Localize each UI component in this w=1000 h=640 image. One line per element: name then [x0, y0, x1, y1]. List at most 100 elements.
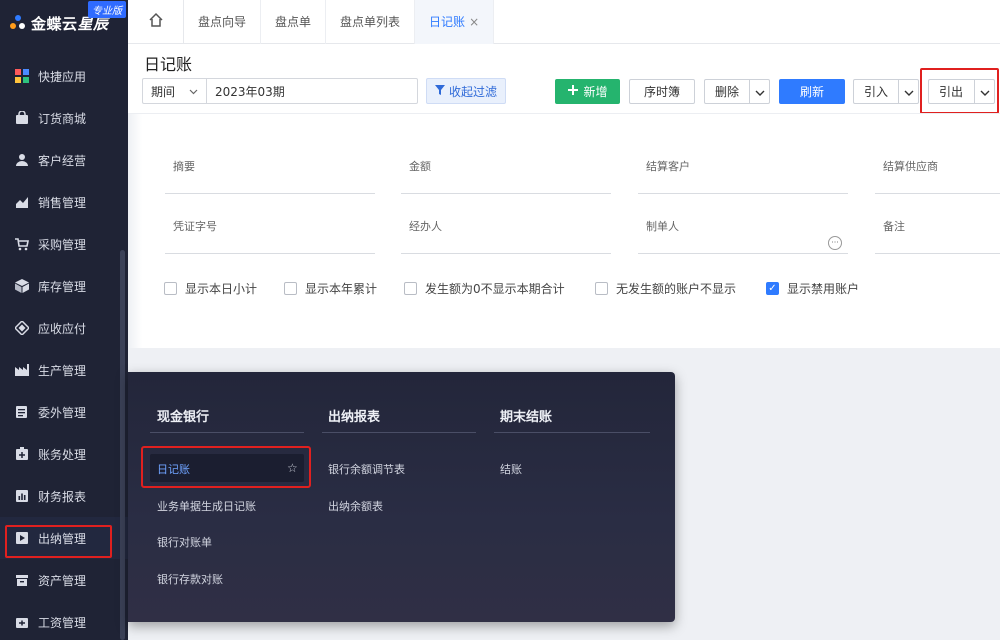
close-icon[interactable]: ×	[469, 15, 479, 29]
checkbox-label: 显示本日小计	[185, 282, 258, 296]
report-icon	[14, 488, 30, 504]
highlight-box	[920, 68, 999, 114]
amount-field[interactable]: 金额	[401, 158, 611, 194]
chevron-down-icon	[755, 85, 765, 99]
checkbox-daily-subtotal[interactable]: 显示本日小计	[164, 280, 284, 297]
box-icon	[14, 278, 30, 294]
sidebar-item-label: 资产管理	[38, 573, 87, 588]
option-checkboxes: 显示本日小计 显示本年累计 发生额为0不显示本期合计 无发生额的账户不显示 ✓ 显…	[164, 280, 859, 297]
sidebar-item-label: 财务报表	[38, 489, 87, 504]
sidebar-item-receivable[interactable]: 应收应付	[0, 307, 128, 349]
collapse-filter-button[interactable]: 收起过滤	[426, 78, 507, 104]
checkbox-label: 显示本年累计	[305, 282, 378, 296]
checkbox-hide-zero-total[interactable]: 发生额为0不显示本期合计	[404, 280, 595, 297]
sidebar-item-sales[interactable]: 销售管理	[0, 181, 128, 223]
add-button[interactable]: 新增	[555, 79, 620, 104]
customer-icon	[14, 152, 30, 168]
sidebar-item-outsource[interactable]: 委外管理	[0, 391, 128, 433]
import-dropdown-toggle[interactable]	[898, 80, 918, 103]
add-label: 新增	[583, 85, 608, 99]
brand: 金蝶云星辰 专业版	[0, 0, 128, 46]
remark-field[interactable]: 备注	[875, 218, 1000, 254]
checkbox-label: 发生额为0不显示本期合计	[425, 282, 565, 296]
factory-icon	[14, 362, 30, 378]
collapse-filter-label: 收起过滤	[449, 84, 498, 99]
menu-item-closing[interactable]: 结账	[500, 461, 522, 477]
summary-field[interactable]: 摘要	[165, 158, 375, 194]
cashier-flyout-menu: 现金银行 出纳报表 期末结账 日记账 ☆ 业务单据生成日记账 银行对账单 银行存…	[128, 372, 675, 622]
field-label: 制单人	[646, 220, 679, 233]
voucher-no-field[interactable]: 凭证字号	[165, 218, 375, 254]
maker-field[interactable]: 制单人 ···	[638, 218, 848, 254]
period-type-select[interactable]: 期间	[142, 78, 206, 104]
asset-icon	[14, 572, 30, 588]
period-filter: 期间 2023年03期 收起过滤	[142, 78, 507, 104]
sidebar-item-quick-apps[interactable]: 快捷应用	[0, 55, 128, 97]
checkbox-label: 无发生额的账户不显示	[616, 282, 737, 296]
sidebar-item-salary[interactable]: 工资管理	[0, 601, 128, 640]
shop-bag-icon	[14, 110, 30, 126]
chevron-down-icon	[189, 84, 198, 98]
sidebar-item-label: 应收应付	[38, 321, 87, 336]
sidebar-item-finance-report[interactable]: 财务报表	[0, 475, 128, 517]
checkbox-show-disabled[interactable]: ✓ 显示禁用账户	[766, 280, 859, 297]
delete-dropdown-toggle[interactable]	[749, 80, 769, 103]
sidebar-item-label: 采购管理	[38, 237, 87, 252]
import-button[interactable]: 引入	[853, 79, 919, 104]
sidebar-item-label: 生产管理	[38, 363, 87, 378]
settle-supplier-field[interactable]: 结算供应商	[875, 158, 1000, 194]
more-options-icon[interactable]: ···	[828, 236, 842, 250]
menu-item-bank-reconcile[interactable]: 银行存款对账	[157, 571, 223, 587]
sidebar-item-purchase[interactable]: 采购管理	[0, 223, 128, 265]
handler-field[interactable]: 经办人	[401, 218, 611, 254]
divider	[494, 432, 650, 433]
highlight-box	[5, 525, 112, 558]
settle-customer-field[interactable]: 结算客户	[638, 158, 848, 194]
tab-inventory-list[interactable]: 盘点单列表	[326, 0, 416, 44]
menu-item-cashier-balance[interactable]: 出纳余额表	[328, 498, 383, 514]
sidebar-scrollbar[interactable]	[120, 250, 125, 640]
sidebar-item-shop[interactable]: 订货商城	[0, 97, 128, 139]
refresh-button[interactable]: 刷新	[779, 79, 845, 104]
field-label: 备注	[883, 220, 905, 233]
checkbox-year-cumulative[interactable]: 显示本年累计	[284, 280, 404, 297]
sidebar-item-cashier[interactable]: 出纳管理	[0, 517, 128, 559]
tab-label: 日记账	[429, 15, 466, 29]
checkbox-box[interactable]	[284, 282, 297, 295]
salary-icon	[14, 614, 30, 630]
sidebar-item-production[interactable]: 生产管理	[0, 349, 128, 391]
tab-journal[interactable]: 日记账 ×	[415, 0, 495, 44]
field-label: 摘要	[173, 160, 195, 173]
checkbox-box[interactable]	[595, 282, 608, 295]
sequence-book-button[interactable]: 序时簿	[629, 79, 695, 104]
checkbox-box[interactable]	[164, 282, 177, 295]
cart-icon	[14, 236, 30, 252]
checkbox-box[interactable]	[404, 282, 417, 295]
import-label: 引入	[864, 85, 889, 99]
tab-home[interactable]	[128, 0, 184, 44]
sidebar: 金蝶云星辰 专业版 快捷应用 订货商城 客户经营 销售管理 采购管理 库存管理	[0, 0, 128, 640]
tab-inventory-sheet[interactable]: 盘点单	[261, 0, 327, 44]
tab-bar: 盘点向导 盘点单 盘点单列表 日记账 ×	[128, 0, 1000, 44]
menu-item-bank-statement[interactable]: 银行对账单	[157, 534, 212, 550]
sales-chart-icon	[14, 194, 30, 210]
menu-group-title: 出纳报表	[328, 410, 381, 425]
delete-button[interactable]: 删除	[704, 79, 770, 104]
sidebar-item-label: 委外管理	[38, 405, 87, 420]
tab-inventory-guide[interactable]: 盘点向导	[184, 0, 262, 44]
sidebar-item-asset[interactable]: 资产管理	[0, 559, 128, 601]
sidebar-item-ledger[interactable]: 账务处理	[0, 433, 128, 475]
menu-item-bank-balance-adjust[interactable]: 银行余额调节表	[328, 461, 405, 477]
check-icon[interactable]: ✓	[766, 282, 779, 295]
delete-label: 删除	[715, 85, 740, 99]
checkbox-hide-no-activity[interactable]: 无发生额的账户不显示	[595, 280, 766, 297]
sidebar-item-customer[interactable]: 客户经营	[0, 139, 128, 181]
checkbox-label: 显示禁用账户	[787, 282, 860, 296]
menu-item-doc-to-journal[interactable]: 业务单据生成日记账	[157, 498, 256, 514]
period-value-input[interactable]: 2023年03期	[206, 78, 418, 104]
tab-label: 盘点单列表	[340, 15, 401, 29]
page-title: 日记账	[144, 55, 193, 74]
sidebar-item-inventory[interactable]: 库存管理	[0, 265, 128, 307]
divider	[150, 432, 304, 433]
plus-icon	[567, 84, 579, 99]
